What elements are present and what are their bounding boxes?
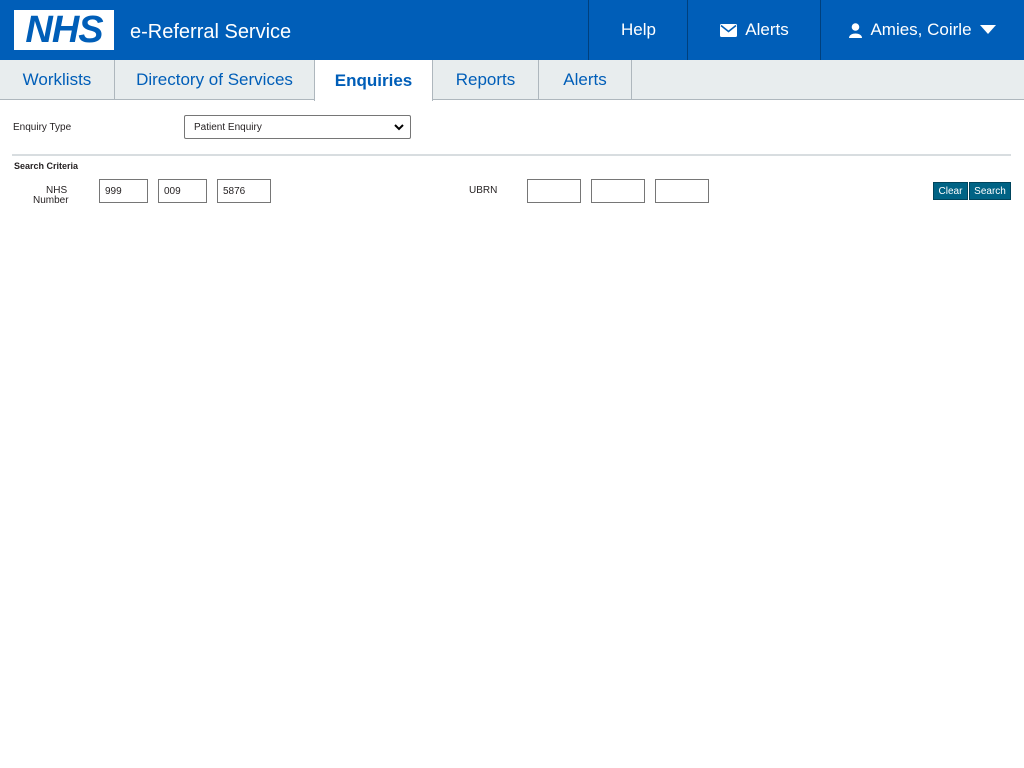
help-label: Help <box>621 20 656 39</box>
alerts-button[interactable]: Alerts <box>687 0 821 60</box>
tab-enquiries[interactable]: Enquiries <box>314 60 433 101</box>
chevron-down-icon <box>394 122 404 135</box>
section-divider <box>12 154 1011 156</box>
user-icon <box>849 22 863 38</box>
search-button[interactable]: Search <box>969 182 1011 200</box>
enquiry-type-select[interactable]: Patient Enquiry <box>184 115 411 139</box>
chevron-down-icon <box>979 25 996 35</box>
nhs-number-field-3[interactable]: 5876 <box>217 179 271 203</box>
tab-worklists[interactable]: Worklists <box>0 60 115 100</box>
search-criteria-title: Search Criteria <box>14 161 79 171</box>
tab-label: Directory of Services <box>136 70 293 89</box>
tab-reports[interactable]: Reports <box>433 60 539 100</box>
help-button[interactable]: Help <box>588 0 688 60</box>
tab-label: Alerts <box>563 70 607 89</box>
user-name: Amies, Coirle <box>870 20 972 39</box>
tab-label: Reports <box>455 70 516 89</box>
tab-label: Enquiries <box>334 70 413 90</box>
ubrn-field-3[interactable] <box>655 179 709 203</box>
alerts-label: Alerts <box>745 20 789 39</box>
tab-directory-of-services[interactable]: Directory of Services <box>115 60 315 100</box>
tab-label: Worklists <box>22 70 92 89</box>
clear-button[interactable]: Clear <box>933 182 968 200</box>
nhs-number-field-1[interactable]: 999 <box>99 179 148 203</box>
enquiry-type-label: Enquiry Type <box>13 122 72 133</box>
ubrn-field-1[interactable] <box>527 179 581 203</box>
service-name: e-Referral Service <box>130 21 292 43</box>
nhs-logo[interactable]: NHS <box>14 10 114 50</box>
app-header: NHS e-Referral Service Help Alerts Amies… <box>0 0 1024 60</box>
nhs-logo-text: NHS <box>25 9 103 51</box>
user-menu-button[interactable]: Amies, Coirle <box>820 0 1024 60</box>
nhs-number-label-line2: Number <box>33 195 69 206</box>
tab-alerts[interactable]: Alerts <box>539 60 632 100</box>
ubrn-field-2[interactable] <box>591 179 645 203</box>
nhs-number-field-2[interactable]: 009 <box>158 179 207 203</box>
envelope-icon <box>720 23 738 37</box>
enquiry-type-value: Patient Enquiry <box>194 121 262 133</box>
main-tab-bar: Worklists Directory of Services Enquirie… <box>0 60 1024 101</box>
ubrn-label: UBRN <box>469 185 498 196</box>
